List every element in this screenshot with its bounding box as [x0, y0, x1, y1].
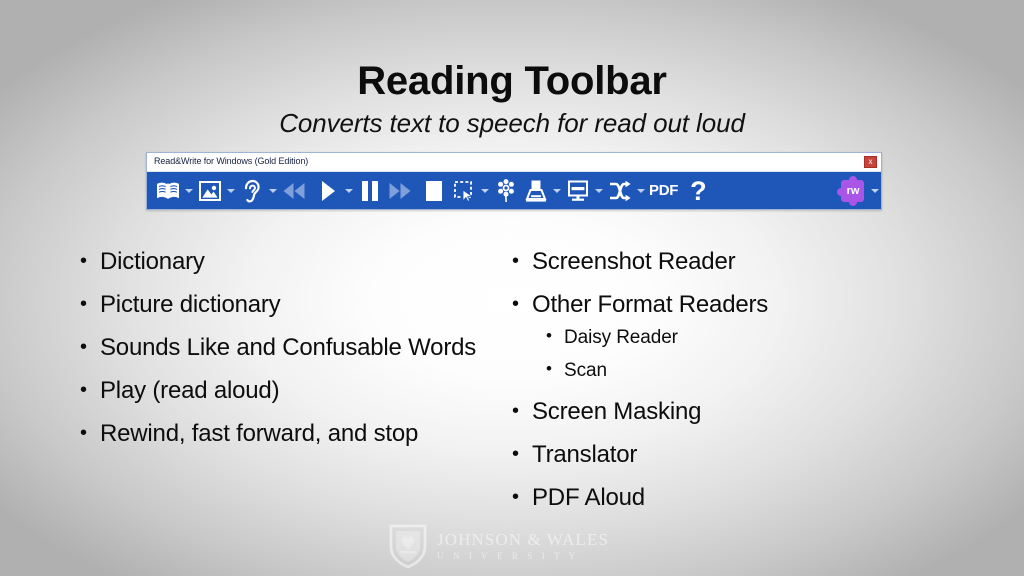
chevron-down-icon[interactable]	[225, 176, 237, 206]
toolbar-item-sounds-like	[237, 172, 279, 209]
toolbar-item-translator	[605, 172, 647, 209]
window-titlebar: Read&Write for Windows (Gold Edition) x	[147, 153, 881, 172]
play-icon[interactable]	[313, 176, 343, 206]
right-bullet-column: Screenshot Reader Other Format Readers D…	[510, 247, 940, 527]
screen-masking-icon[interactable]	[563, 176, 593, 206]
chevron-down-icon[interactable]	[479, 176, 491, 206]
list-item: Picture dictionary	[78, 290, 498, 319]
toolbar-item-rewind	[279, 172, 309, 209]
close-button[interactable]: x	[864, 156, 877, 168]
content-columns: Dictionary Picture dictionary Sounds Lik…	[0, 247, 1024, 548]
list-item: Play (read aloud)	[78, 376, 498, 405]
toolbar-item-rw-logo: rw	[837, 172, 881, 209]
chevron-down-icon[interactable]	[267, 176, 279, 206]
window-title: Read&Write for Windows (Gold Edition)	[154, 156, 309, 166]
chevron-down-icon[interactable]	[869, 176, 881, 206]
stop-icon[interactable]	[419, 176, 449, 206]
toolbar-item-pdf-aloud: PDF	[647, 172, 680, 209]
chevron-down-icon[interactable]	[635, 176, 647, 206]
toolbar-item-dictionary	[153, 172, 195, 209]
toolbar-item-screenshot-reader	[449, 172, 491, 209]
slide-canvas: Reading Toolbar Converts text to speech …	[0, 0, 1024, 576]
page-title: Reading Toolbar	[357, 59, 667, 103]
chevron-down-icon[interactable]	[551, 176, 563, 206]
toolbar-item-stop	[419, 172, 449, 209]
chevron-down-icon[interactable]	[343, 176, 355, 206]
list-item: Screen Masking	[510, 397, 940, 426]
right-bullet-list: Screenshot Reader Other Format Readers D…	[510, 247, 940, 512]
screenshot-reader-icon[interactable]	[449, 176, 479, 206]
list-item: PDF Aloud	[510, 483, 940, 512]
list-item: Translator	[510, 440, 940, 469]
title-block: Reading Toolbar Converts text to speech …	[0, 58, 1024, 139]
list-item: Rewind, fast forward, and stop	[78, 419, 498, 448]
list-item-label: Other Format Readers	[532, 291, 769, 318]
page-subtitle: Converts text to speech for read out lou…	[279, 108, 745, 138]
translator-icon[interactable]	[605, 176, 635, 206]
sub-bullet-list: Daisy Reader Scan	[532, 324, 940, 383]
scanner-icon[interactable]	[521, 176, 551, 206]
watermark-subtitle: U N I V E R S I T Y	[437, 550, 579, 561]
rewind-icon[interactable]	[279, 176, 309, 206]
ear-icon[interactable]	[237, 176, 267, 206]
readwrite-window: Read&Write for Windows (Gold Edition) x	[146, 152, 882, 210]
sub-list-item: Scan	[532, 357, 940, 383]
rw-logo-label: rw	[846, 184, 860, 197]
left-bullet-column: Dictionary Picture dictionary Sounds Lik…	[78, 247, 498, 463]
toolbar-item-fast-forward	[385, 172, 415, 209]
chevron-down-icon[interactable]	[183, 176, 195, 206]
list-item: Sounds Like and Confusable Words	[78, 333, 498, 362]
toolbar-item-pause	[355, 172, 385, 209]
chevron-down-icon[interactable]	[593, 176, 605, 206]
list-item: Screenshot Reader	[510, 247, 940, 276]
pdf-label[interactable]: PDF	[647, 182, 680, 199]
left-bullet-list: Dictionary Picture dictionary Sounds Lik…	[78, 247, 498, 448]
toolbar-item-help: ?	[680, 172, 715, 209]
book-icon[interactable]	[153, 176, 183, 206]
fast-forward-icon[interactable]	[385, 176, 415, 206]
toolbar-item-picture-dictionary	[195, 172, 237, 209]
list-item: Other Format Readers Daisy Reader Scan	[510, 290, 940, 383]
question-mark-icon[interactable]: ?	[680, 177, 715, 205]
toolbar-item-scan	[521, 172, 563, 209]
toolbar-item-settings	[491, 172, 521, 209]
picture-icon[interactable]	[195, 176, 225, 206]
gear-icon[interactable]	[491, 176, 521, 206]
pause-icon[interactable]	[355, 176, 385, 206]
toolbar-item-screen-masking	[563, 172, 605, 209]
rw-puzzle-icon[interactable]: rw	[837, 175, 867, 206]
sub-list-item: Daisy Reader	[532, 324, 940, 350]
list-item: Dictionary	[78, 247, 498, 276]
reading-toolbar: PDF ? rw	[147, 172, 881, 209]
toolbar-item-play	[313, 172, 355, 209]
